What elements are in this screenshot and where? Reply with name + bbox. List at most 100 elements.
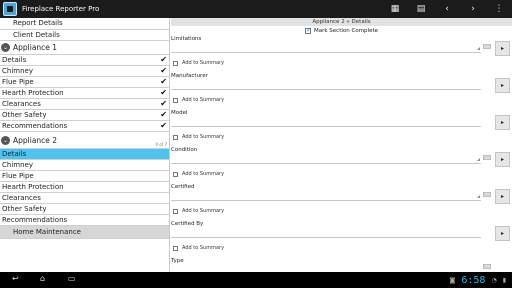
field-condition: Condition ▸ Add to Summary (171, 147, 512, 184)
expand-button[interactable]: ▸ (495, 189, 510, 204)
back-nav-icon[interactable]: ↩ (12, 274, 19, 283)
expand-button[interactable]: ▸ (495, 115, 510, 130)
sidebar-item-label: Chimney (2, 161, 33, 169)
certified-by-input[interactable] (171, 237, 481, 238)
sidebar-item-clearances[interactable]: Clearances (0, 193, 169, 204)
add-to-summary[interactable]: Add to Summary (173, 97, 224, 103)
system-nav-bar: ↩ ⌂ ▭ ◙ 6:58 ◔ ▮ (0, 272, 512, 288)
back-icon[interactable]: ‹ (434, 0, 460, 18)
app-title: Fireplace Reporter Pro (22, 5, 100, 13)
section-title: Appliance 1 (13, 43, 58, 52)
sidebar-item-report-details[interactable]: Report Details (0, 18, 169, 30)
clear-button[interactable] (483, 44, 491, 49)
resize-handle-icon[interactable] (477, 158, 480, 161)
limitations-input[interactable] (171, 52, 481, 53)
add-to-summary[interactable]: Add to Summary (173, 134, 224, 140)
sidebar-item-label: Home Maintenance (13, 228, 81, 236)
condition-input[interactable] (171, 163, 481, 164)
add-to-summary-checkbox[interactable] (173, 60, 178, 66)
sidebar-item-label: Other Safety (2, 205, 47, 213)
sidebar-item-home-maintenance[interactable]: Home Maintenance (0, 226, 169, 239)
sidebar-item-flue-pipe[interactable]: Flue Pipe ✔ (0, 77, 169, 88)
expand-button[interactable]: ▸ (495, 41, 510, 56)
sidebar-item-details[interactable]: Details ✔ (0, 55, 169, 66)
overflow-menu-icon[interactable]: ⋮ (486, 0, 512, 18)
certified-input[interactable] (171, 200, 481, 201)
model-input[interactable] (171, 126, 481, 127)
sidebar-item-label: Hearth Protection (2, 89, 64, 97)
sidebar-item-flue-pipe[interactable]: Flue Pipe (0, 171, 169, 182)
mark-complete-checkbox[interactable] (305, 26, 312, 34)
app-window: Fireplace Reporter Pro ▦ ▤ ‹ › ⋮ Report … (0, 0, 512, 288)
sidebar-item-label: Recommendations (2, 122, 68, 130)
sidebar-item-label: Chimney (2, 67, 33, 75)
sidebar-item-hearth-protection[interactable]: Hearth Protection ✔ (0, 88, 169, 99)
breadcrumb: Appliance 2 » Details (171, 18, 512, 26)
sidebar-item-label: Details (2, 56, 27, 64)
add-to-summary-checkbox[interactable] (173, 134, 178, 140)
recent-apps-icon[interactable]: ▭ (68, 274, 76, 283)
resize-handle-icon[interactable] (477, 195, 480, 198)
checkmark-icon: ✔ (160, 121, 167, 130)
expand-button[interactable]: ▸ (495, 226, 510, 241)
field-certified-by: Certified By ▸ Add to Summary (171, 221, 512, 258)
add-to-summary-label: Add to Summary (182, 245, 225, 251)
add-to-summary-checkbox[interactable] (173, 245, 178, 251)
sidebar-item-label: Report Details (13, 19, 63, 28)
sidebar-item-label: Hearth Protection (2, 183, 64, 191)
expand-button[interactable]: ▸ (495, 152, 510, 167)
sidebar-item-recommendations[interactable]: Recommendations ✔ (0, 121, 169, 132)
status-area: ◙ 6:58 ◔ ▮ (450, 274, 506, 286)
field-label: Manufacturer (171, 73, 208, 79)
add-to-summary-label: Add to Summary (182, 60, 225, 66)
clear-button[interactable] (483, 192, 491, 197)
add-to-summary[interactable]: Add to Summary (173, 245, 224, 251)
wifi-icon: ◔ (491, 276, 497, 284)
sidebar: Report Details Client Details ⌄ Applianc… (0, 18, 170, 272)
field-label: Limitations (171, 36, 202, 42)
sidebar-item-recommendations[interactable]: Recommendations (0, 215, 169, 226)
home-nav-icon[interactable]: ⌂ (40, 274, 45, 283)
add-to-summary[interactable]: Add to Summary (173, 171, 224, 177)
grid-icon[interactable]: ▦ (382, 0, 408, 18)
field-limitations: Limitations ▸ Add to Summary (171, 36, 512, 73)
add-to-summary[interactable]: Add to Summary (173, 208, 224, 214)
clear-button[interactable] (483, 155, 491, 160)
field-label: Condition (171, 147, 198, 153)
checkmark-icon: ✔ (160, 99, 167, 108)
action-bar-icons: ▦ ▤ ‹ › ⋮ (382, 0, 512, 18)
forward-icon[interactable]: › (460, 0, 486, 18)
sidebar-item-other-safety[interactable]: Other Safety (0, 204, 169, 215)
field-manufacturer: Manufacturer ▸ Add to Summary (171, 73, 512, 110)
sidebar-item-hearth-protection[interactable]: Hearth Protection (0, 182, 169, 193)
resize-handle-icon[interactable] (477, 47, 480, 50)
document-icon[interactable]: ▤ (408, 0, 434, 18)
add-to-summary-checkbox[interactable] (173, 97, 178, 103)
section-header-appliance-2[interactable]: ⌄ Appliance 2 0 of 7 (0, 132, 169, 149)
expand-button[interactable]: ▸ (495, 78, 510, 93)
detail-panel: Appliance 2 » Details Mark Section Compl… (171, 18, 512, 272)
sidebar-item-chimney[interactable]: Chimney ✔ (0, 66, 169, 77)
sidebar-item-client-details[interactable]: Client Details (0, 30, 169, 41)
app-logo-icon[interactable] (3, 2, 17, 16)
sidebar-item-other-safety[interactable]: Other Safety ✔ (0, 110, 169, 121)
add-to-summary-checkbox[interactable] (173, 171, 178, 177)
clear-button[interactable] (483, 264, 491, 269)
section-title: Appliance 2 (13, 135, 58, 145)
sidebar-item-label: Other Safety (2, 111, 47, 119)
manufacturer-input[interactable] (171, 89, 481, 90)
sidebar-item-chimney[interactable]: Chimney (0, 160, 169, 171)
sidebar-item-details-selected[interactable]: Details (0, 149, 169, 160)
add-to-summary[interactable]: Add to Summary (173, 60, 224, 66)
mark-section-complete[interactable]: Mark Section Complete (171, 26, 512, 36)
add-to-summary-label: Add to Summary (182, 97, 225, 103)
sidebar-item-label: Clearances (2, 100, 41, 108)
chevron-down-icon: ⌄ (1, 43, 10, 52)
sidebar-item-label: Client Details (13, 30, 60, 39)
section-header-appliance-1[interactable]: ⌄ Appliance 1 (0, 41, 169, 55)
sidebar-item-label: Details (2, 150, 27, 158)
add-to-summary-label: Add to Summary (182, 208, 225, 214)
field-label: Type (171, 258, 184, 264)
sidebar-item-clearances[interactable]: Clearances ✔ (0, 99, 169, 110)
add-to-summary-checkbox[interactable] (173, 208, 178, 214)
